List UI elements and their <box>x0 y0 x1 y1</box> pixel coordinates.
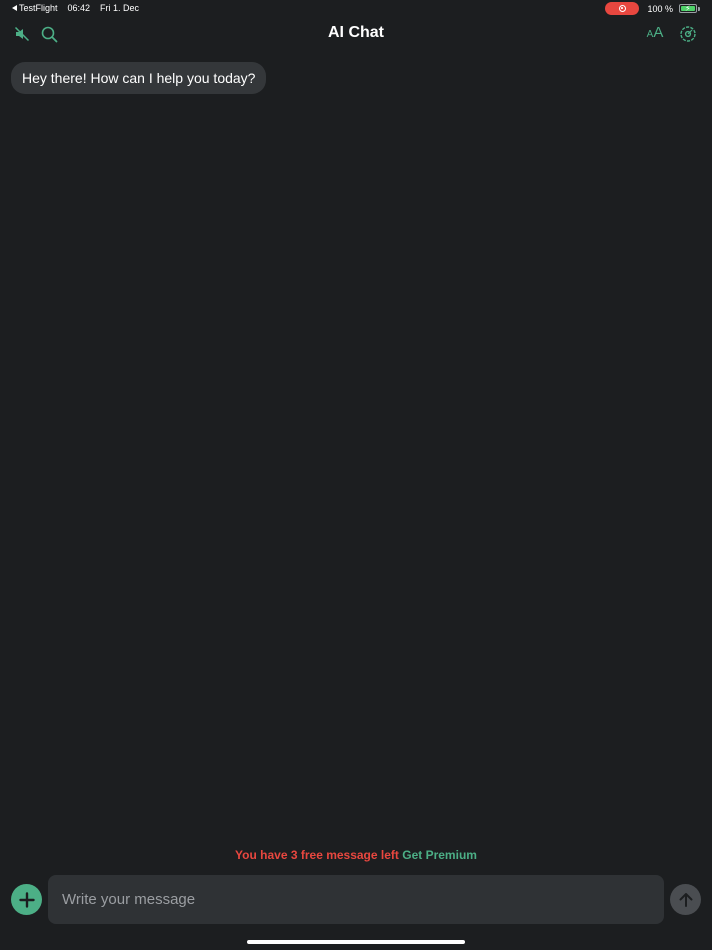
message-input[interactable] <box>48 875 664 924</box>
free-messages-notice: You have 3 free message left Get Premium <box>0 848 712 862</box>
chat-thread: Hey there! How can I help you today? <box>11 62 701 94</box>
status-date: Fri 1. Dec <box>100 3 140 13</box>
status-bar-right: 100 % ⚡ <box>605 2 700 15</box>
battery-percentage: 100 % <box>647 3 673 14</box>
arrow-up-icon <box>679 892 692 907</box>
send-button[interactable] <box>670 884 701 915</box>
status-time: 06:42 <box>67 3 91 13</box>
free-messages-warning: You have 3 free message left <box>235 848 399 862</box>
add-button[interactable] <box>11 884 42 915</box>
status-bar-left: TestFlight 06:42 Fri 1. Dec <box>12 3 139 13</box>
message-composer <box>11 874 701 925</box>
charging-bolt-icon: ⚡ <box>685 4 691 13</box>
back-to-app-link[interactable]: TestFlight <box>12 3 58 13</box>
settings-icon[interactable] <box>678 24 698 44</box>
app-screen: TestFlight 06:42 Fri 1. Dec 100 % ⚡ AI C… <box>0 0 712 950</box>
status-bar: TestFlight 06:42 Fri 1. Dec 100 % ⚡ <box>0 0 712 17</box>
assistant-message-bubble: Hey there! How can I help you today? <box>11 62 267 94</box>
back-app-label: TestFlight <box>19 3 58 13</box>
battery-icon: ⚡ <box>679 4 697 13</box>
back-triangle-icon <box>12 5 17 11</box>
home-indicator[interactable] <box>247 940 465 944</box>
get-premium-link[interactable]: Get Premium <box>402 848 477 862</box>
font-size-icon[interactable]: AA <box>644 24 666 44</box>
screen-record-icon[interactable] <box>605 2 640 15</box>
plus-icon <box>18 891 35 908</box>
page-title: AI Chat <box>328 24 384 41</box>
nav-bar: AI Chat AA <box>0 20 712 48</box>
